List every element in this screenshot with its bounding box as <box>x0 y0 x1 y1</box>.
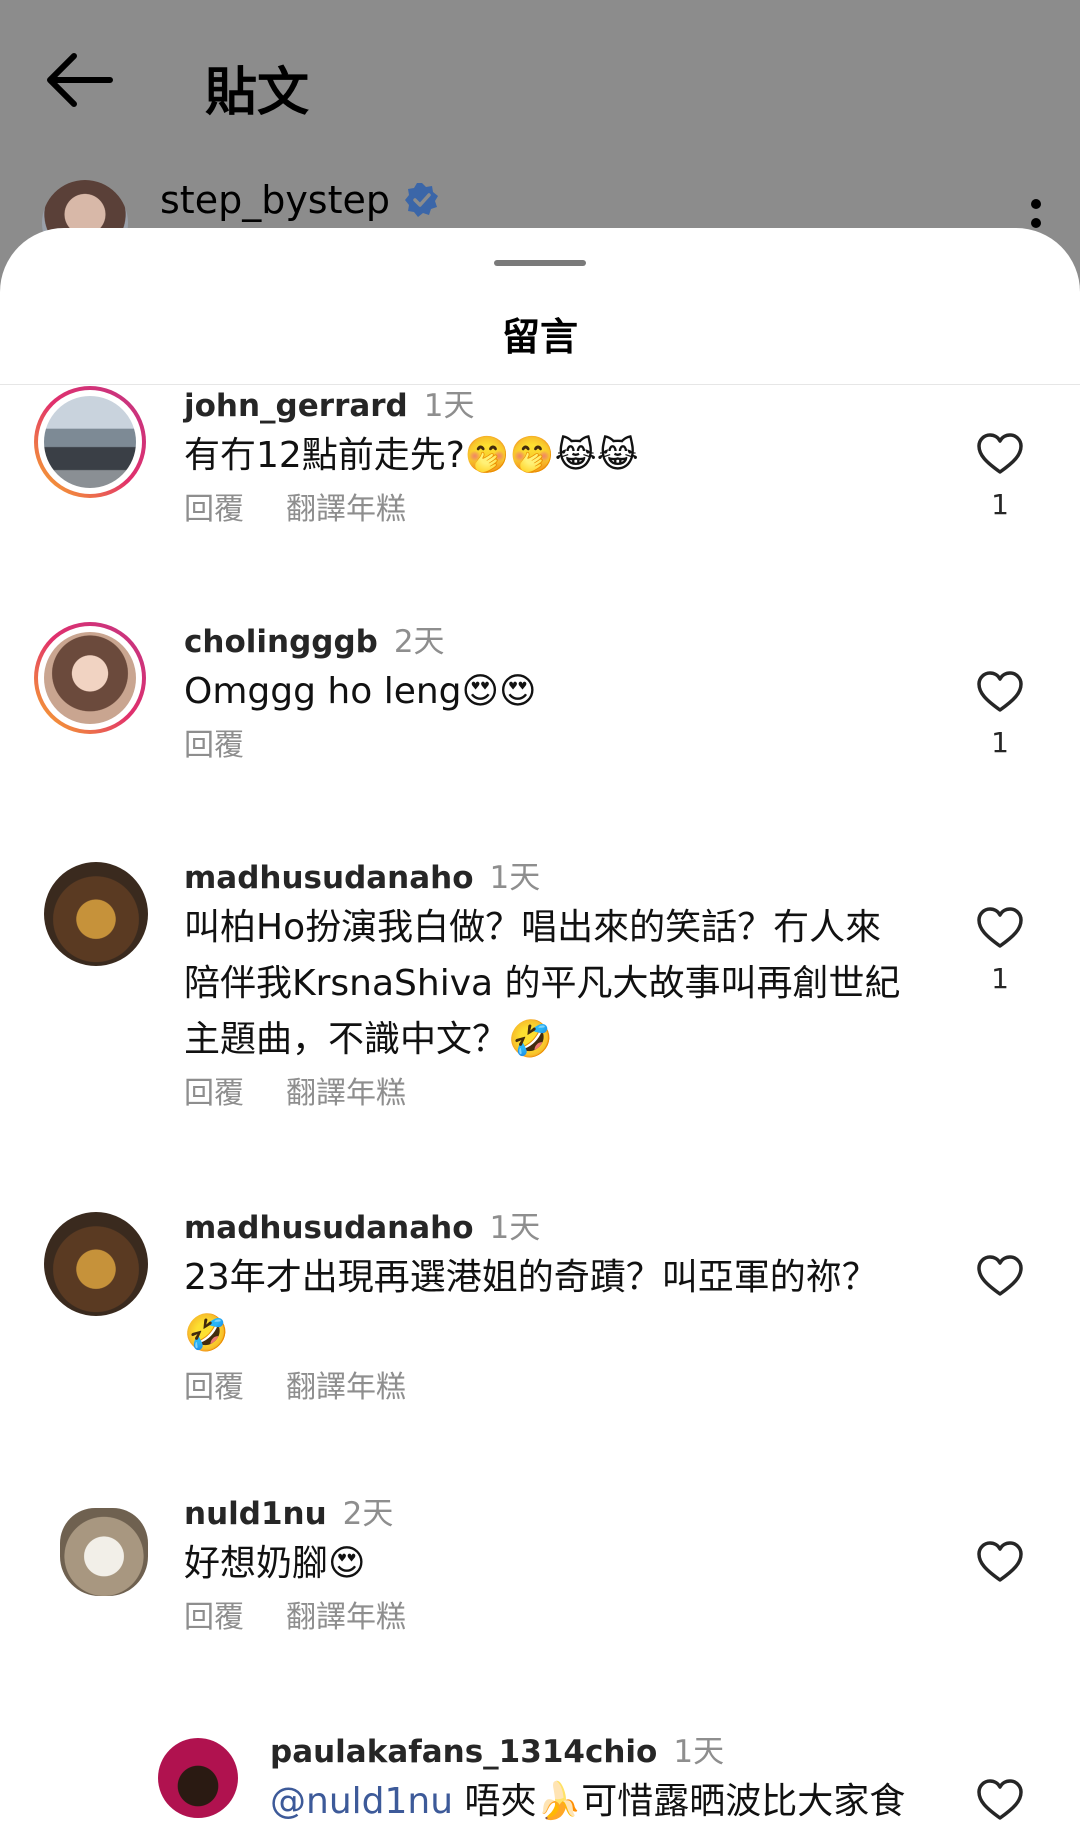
page-title: 貼文 <box>205 63 310 123</box>
heart-outline-icon[interactable] <box>976 1778 1024 1822</box>
comment-item: nuld1nu 2天 好想奶腳😍 回覆 翻譯年糕 <box>0 1492 1080 1692</box>
comment-text: 好想奶腳😍 <box>184 1543 366 1584</box>
comment-username[interactable]: madhusudanaho <box>184 1210 474 1246</box>
comment-username[interactable]: nuld1nu <box>184 1496 327 1532</box>
arrow-left-icon[interactable] <box>44 52 114 108</box>
translate-button[interactable]: 翻譯年糕 <box>286 1600 406 1635</box>
sheet-title: 留言 <box>501 315 578 359</box>
comment-item: madhusudanaho 1天 23年才出現再選港姐的奇蹟？叫亞軍的祢？ 🤣 回… <box>0 1206 1080 1446</box>
verified-badge-icon <box>405 183 439 217</box>
comment-list[interactable]: john_gerrard 1天 有冇12點前走先?🤭🤭😹😹 回覆 翻譯年糕 1 ch… <box>0 384 1080 1837</box>
reply-button[interactable]: 回覆 <box>184 1076 244 1111</box>
reply-button[interactable]: 回覆 <box>184 728 244 763</box>
comment-text: Omggg ho leng😍😍 <box>184 671 537 712</box>
like-count: 1 <box>991 962 1009 995</box>
comment-item: paulakafans_1314chio 1天 @nuld1nu 唔夾🍌可惜露晒波… <box>0 1730 1080 1837</box>
post-author-username: step_bystep <box>160 178 391 222</box>
avatar[interactable] <box>34 622 146 734</box>
like-count: 1 <box>991 726 1009 759</box>
avatar[interactable] <box>44 1212 148 1316</box>
comment-text: 有冇12點前走先?🤭🤭😹😹 <box>184 435 639 476</box>
post-header: 貼文 step_bystep <box>0 0 1080 266</box>
mention-link[interactable]: @nuld1nu <box>270 1781 453 1822</box>
heart-outline-icon[interactable] <box>976 432 1024 476</box>
comments-sheet: 留言 john_gerrard 1天 有冇12點前走先?🤭🤭😹😹 回覆 翻譯年糕 1 <box>0 228 1080 1837</box>
comment-username[interactable]: cholingggb <box>184 624 378 660</box>
heart-outline-icon[interactable] <box>976 1540 1024 1584</box>
comment-text: @nuld1nu 唔夾🍌可惜露晒波比大家食 <box>270 1774 950 1830</box>
sheet-drag-handle[interactable] <box>494 260 586 266</box>
translate-button[interactable]: 翻譯年糕 <box>286 1370 406 1405</box>
translate-button[interactable]: 翻譯年糕 <box>286 492 406 527</box>
comment-time: 2天 <box>393 624 445 660</box>
avatar[interactable] <box>34 386 146 498</box>
translate-button[interactable]: 翻譯年糕 <box>286 1076 406 1111</box>
like-count: 1 <box>991 488 1009 521</box>
heart-outline-icon[interactable] <box>976 906 1024 950</box>
comment-text: 23年才出現再選港姐的奇蹟？叫亞軍的祢？ 🤣 <box>184 1257 878 1354</box>
avatar[interactable] <box>158 1738 238 1818</box>
reply-button[interactable]: 回覆 <box>184 1370 244 1405</box>
comment-time: 1天 <box>489 1210 541 1246</box>
comment-item: cholingggb 2天 Omggg ho leng😍😍 回覆 1 <box>0 620 1080 800</box>
comment-item: john_gerrard 1天 有冇12點前走先?🤭🤭😹😹 回覆 翻譯年糕 1 <box>0 384 1080 584</box>
comment-text-body: 唔夾🍌可惜露晒波比大家食 <box>453 1781 906 1822</box>
heart-outline-icon[interactable] <box>976 670 1024 714</box>
reply-button[interactable]: 回覆 <box>184 1600 244 1635</box>
comment-username[interactable]: madhusudanaho <box>184 860 474 896</box>
comment-item: madhusudanaho 1天 叫柏Ho扮演我白做？唱出來的笑話？冇人來 陪伴我… <box>0 856 1080 1156</box>
comment-time: 1天 <box>673 1734 725 1770</box>
comment-username[interactable]: paulakafans_1314chio <box>270 1734 657 1770</box>
avatar[interactable] <box>44 862 148 966</box>
comment-time: 1天 <box>423 388 475 424</box>
comment-text: 叫柏Ho扮演我白做？唱出來的笑話？冇人來 陪伴我KrsnaShiva 的平凡大故… <box>184 907 901 1060</box>
comment-username[interactable]: john_gerrard <box>184 388 408 424</box>
reply-button[interactable]: 回覆 <box>184 492 244 527</box>
comment-time: 1天 <box>489 860 541 896</box>
avatar[interactable] <box>60 1508 148 1596</box>
post-author[interactable]: step_bystep <box>160 178 440 222</box>
comment-time: 2天 <box>342 1496 394 1532</box>
heart-outline-icon[interactable] <box>976 1254 1024 1298</box>
